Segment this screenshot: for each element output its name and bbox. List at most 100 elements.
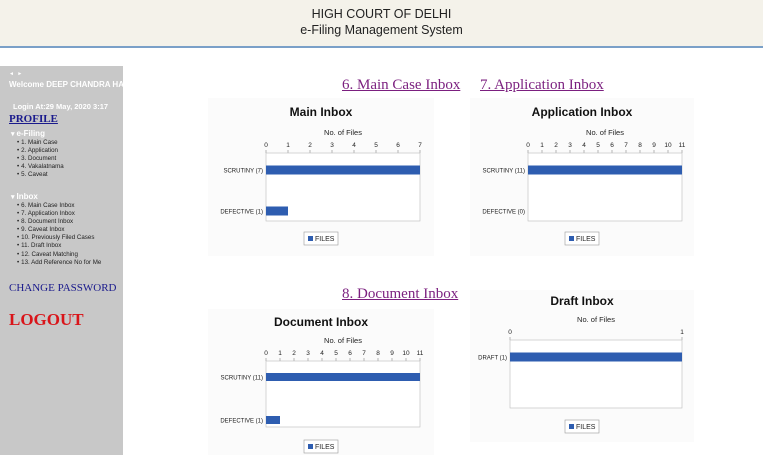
change-password-link[interactable]: CHANGE PASSWORD [9,282,116,294]
chart-svg: Main Inbox No. of Files 0 1 2 3 4 5 6 7 SCRUTINY (… [220,105,422,246]
tick-label: 1 [540,142,544,149]
tick-label: 10 [402,350,410,357]
menu-vakalatnama[interactable]: 4. Vakalatnama [17,163,64,171]
x-axis-label: No. of Files [324,128,362,137]
category-label: DRAFT (1) [478,356,507,362]
data-bar [266,165,420,175]
plot-area [509,339,683,409]
tick-label: 4 [582,142,586,149]
tick-label: 10 [664,142,672,149]
tick-label: 3 [568,142,572,149]
tick-label: 9 [652,142,656,149]
collapse-arrow-icon: ▾ [11,194,15,201]
menu-draft-inbox[interactable]: 11. Draft Inbox [17,242,101,250]
tick-label: 6 [610,142,614,149]
logout-link[interactable]: LOGOUT [9,310,84,330]
data-bar [266,373,420,381]
sidebar-toggle-icon[interactable]: ◄ ► [9,71,23,77]
inbox-group[interactable]: ▾ Inbox [11,192,38,201]
legend-swatch [308,444,313,449]
tick-label: 5 [334,350,338,357]
application-inbox-link[interactable]: 7. Application Inbox [480,77,604,94]
chart-legend: FILES [303,231,339,246]
chart-svg: Application Inbox No. of Files 0 1 2 3 4 5 6 7 8 9 1… [482,105,686,246]
system-title: e-Filing Management System [300,23,463,37]
menu-caveat-matching[interactable]: 12. Caveat Matching [17,251,101,259]
menu-application[interactable]: 2. Application [17,147,64,155]
chart-legend: FILES [564,231,600,246]
legend-label: FILES [315,444,335,451]
main-inbox-chart: Main Inbox No. of Files 0 1 2 3 4 5 6 7 SCRUTINY (… [208,98,434,256]
draft-inbox-chart: Draft Inbox No. of Files 0 1 DRAFT (1) FILES [470,290,694,442]
efiling-label: e-Filing [16,129,45,138]
menu-add-reference[interactable]: 13. Add Reference No for Me [17,259,101,267]
x-axis-label: No. of Files [577,315,615,324]
data-bar [266,206,288,216]
menu-main-case[interactable]: 1. Main Case [17,139,64,147]
category-label: DEFECTIVE (1) [220,210,263,216]
tick-label: 1 [680,329,684,336]
tick-label: 8 [638,142,642,149]
chart-legend: FILES [564,419,600,434]
legend-swatch [569,236,574,241]
tick-label: 2 [308,142,312,149]
inbox-label: Inbox [16,192,38,201]
main-case-inbox-link[interactable]: 6. Main Case Inbox [342,77,460,94]
document-inbox-link[interactable]: 8. Document Inbox [342,286,458,303]
category-label: DEFECTIVE (1) [220,419,263,425]
app-header: HIGH COURT OF DELHI e-Filing Management … [0,0,763,48]
legend-label: FILES [315,236,335,243]
chart-title: Draft Inbox [550,294,614,308]
legend-swatch [569,424,574,429]
sidebar: ◄ ► Welcome DEEP CHANDRA HARBOLA Login A… [0,66,123,455]
category-label: SCRUTINY (11) [483,169,525,175]
menu-document-inbox[interactable]: 8. Document Inbox [17,218,101,226]
tick-label: 1 [278,350,282,357]
plot-area [265,152,421,222]
plot-area [527,152,683,222]
data-bar [266,416,280,424]
efiling-menu: 1. Main Case 2. Application 3. Document … [17,139,64,179]
tick-label: 0 [264,350,268,357]
tick-label: 11 [679,142,686,149]
tick-label: 3 [306,350,310,357]
tick-label: 8 [376,350,380,357]
tick-label: 1 [286,142,290,149]
chart-title: Document Inbox [274,315,368,329]
chart-title: Main Inbox [290,105,353,119]
menu-previously-filed[interactable]: 10. Previously Filed Cases [17,234,101,242]
menu-caveat-inbox[interactable]: 9. Caveat Inbox [17,226,101,234]
tick-label: 4 [320,350,324,357]
tick-label: 0 [508,329,512,336]
data-bar [528,165,682,175]
legend-label: FILES [576,236,596,243]
tick-label: 7 [624,142,628,149]
tick-label: 11 [417,350,424,357]
efiling-group[interactable]: ▾ e-Filing [11,129,45,138]
tick-label: 6 [396,142,400,149]
legend-swatch [308,236,313,241]
tick-label: 5 [374,142,378,149]
tick-label: 0 [526,142,530,149]
category-label: SCRUTINY (11) [221,376,263,382]
menu-application-inbox[interactable]: 7. Application Inbox [17,210,101,218]
tick-label: 6 [348,350,352,357]
tick-label: 3 [330,142,334,149]
menu-document[interactable]: 3. Document [17,155,64,163]
chart-svg: Document Inbox No. of Files 0 1 2 3 4 5 6 7 8 9 10 11… [220,315,424,454]
tick-label: 2 [554,142,558,149]
menu-caveat[interactable]: 5. Caveat [17,171,64,179]
tick-label: 7 [418,142,422,149]
tick-label: 4 [352,142,356,149]
chart-title: Application Inbox [532,105,633,119]
welcome-text: Welcome DEEP CHANDRA HARBOLA [9,80,123,89]
legend-label: FILES [576,424,596,431]
profile-link[interactable]: PROFILE [9,113,58,125]
category-label: DEFECTIVE (0) [482,210,525,216]
menu-main-case-inbox[interactable]: 6. Main Case Inbox [17,202,101,210]
x-axis-label: No. of Files [586,128,624,137]
document-inbox-chart: Document Inbox No. of Files 0 1 2 3 4 5 6 7 8 9 10 11… [208,309,434,455]
tick-label: 7 [362,350,366,357]
collapse-arrow-icon: ▾ [11,131,15,138]
tick-label: 5 [596,142,600,149]
